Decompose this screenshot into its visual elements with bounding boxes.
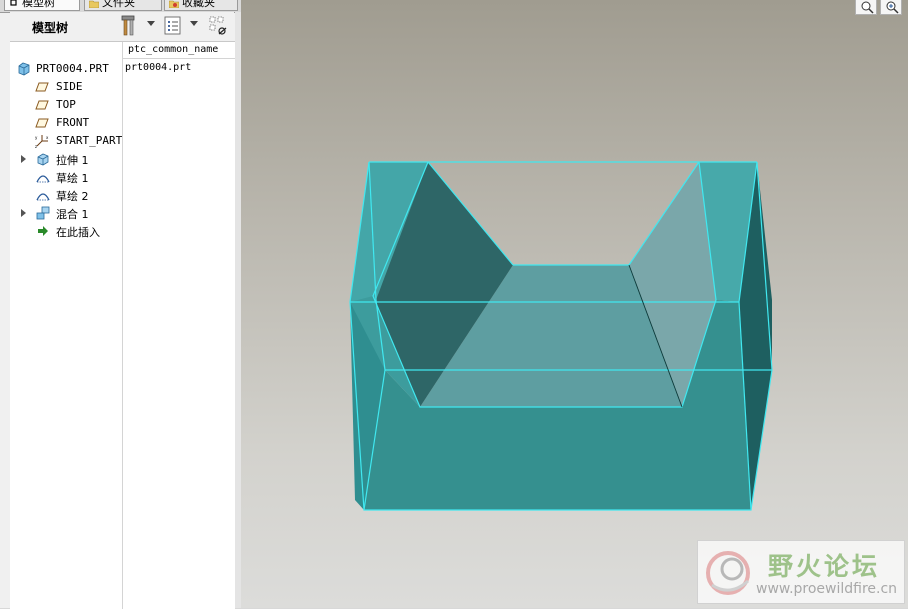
tree-item-label: 草绘 2 xyxy=(56,190,89,203)
tree-item-sketch-1[interactable]: 草绘 1 xyxy=(10,168,235,186)
tree-item-label: TOP xyxy=(56,98,76,111)
3d-model[interactable] xyxy=(241,0,908,608)
datum-plane-icon xyxy=(35,118,49,128)
settings-icon[interactable] xyxy=(119,15,139,37)
tab-model-tree[interactable]: 模型树 xyxy=(4,0,80,11)
tree-item-start-part[interactable]: y x z START_PART xyxy=(10,132,235,150)
watermark-title: 野火论坛 xyxy=(768,552,881,581)
filter-icon[interactable] xyxy=(208,15,228,37)
tab-label: 文件夹 xyxy=(102,0,135,9)
forum-logo-icon xyxy=(706,551,750,595)
column-header-label: ptc_common_name xyxy=(128,44,219,55)
tree-item-label: 拉伸 1 xyxy=(56,154,89,167)
model-tree-tab-icon xyxy=(10,0,17,6)
forum-watermark: 野火论坛 www.proewildfire.cn xyxy=(697,540,905,604)
tab-label: 模型树 xyxy=(22,0,55,9)
svg-text:y: y xyxy=(35,135,38,140)
model-tree-title: 模型树 xyxy=(32,21,69,35)
tree-item-side[interactable]: SIDE xyxy=(10,78,235,96)
model-tree-toolbar: 模型树 xyxy=(10,12,234,41)
tree-item-front[interactable]: FRONT xyxy=(10,114,235,132)
folder-icon xyxy=(89,0,99,8)
tree-item-label: 在此插入 xyxy=(56,226,100,239)
tree-item-extrude-1[interactable]: 拉伸 1 xyxy=(10,150,235,168)
tree-item-part[interactable]: PRT0004.PRT prt0004.prt xyxy=(10,60,235,78)
tree-item-column-value: prt0004.prt xyxy=(125,62,192,73)
datum-plane-icon xyxy=(35,100,49,110)
show-icon[interactable] xyxy=(163,15,183,37)
svg-text:z: z xyxy=(35,144,37,148)
sketch-icon xyxy=(36,175,50,183)
tree-item-label: 草绘 1 xyxy=(56,172,89,185)
zoom-in-button[interactable] xyxy=(880,0,902,15)
graphics-viewport[interactable]: 野火论坛 www.proewildfire.cn xyxy=(241,0,908,608)
tree-item-label: FRONT xyxy=(56,116,90,129)
tree-item-insert-here[interactable]: 在此插入 xyxy=(10,222,235,240)
svg-text:x: x xyxy=(46,135,49,140)
extrude-icon xyxy=(37,153,49,166)
part-icon xyxy=(18,62,30,76)
datum-plane-icon xyxy=(35,82,49,92)
tree-item-label: 混合 1 xyxy=(56,208,89,221)
watermark-url: www.proewildfire.cn xyxy=(756,581,898,597)
tree-item-top[interactable]: TOP xyxy=(10,96,235,114)
insert-here-icon xyxy=(38,226,48,236)
favorites-icon xyxy=(169,0,179,8)
tab-folders[interactable]: 文件夹 xyxy=(84,0,162,11)
expand-arrow-icon[interactable] xyxy=(21,209,26,217)
tree-item-label: SIDE xyxy=(56,80,83,93)
column-header[interactable]: ptc_common_name xyxy=(123,42,235,59)
blend-icon xyxy=(36,206,50,220)
zoom-fit-button[interactable] xyxy=(855,0,877,15)
model-tree-panel: 模型树 文件夹 收藏夹 模型树 ptc_common_name PRT0004.… xyxy=(0,0,241,609)
show-dropdown-icon[interactable] xyxy=(190,21,198,27)
tree-item-label: PRT0004.PRT xyxy=(36,62,109,75)
zoom-in-icon xyxy=(886,1,899,14)
coordinate-system-icon: y x z xyxy=(35,135,49,148)
model-tree: ptc_common_name PRT0004.PRT prt0004.prt … xyxy=(10,41,235,609)
tree-item-sketch-2[interactable]: 草绘 2 xyxy=(10,186,235,204)
tree-item-label: START_PART xyxy=(56,134,123,147)
tab-label: 收藏夹 xyxy=(182,0,215,9)
settings-dropdown-icon[interactable] xyxy=(147,21,155,27)
tab-favorites[interactable]: 收藏夹 xyxy=(164,0,238,11)
expand-arrow-icon[interactable] xyxy=(21,155,26,163)
sketch-icon xyxy=(36,193,50,201)
tree-item-blend-1[interactable]: 混合 1 xyxy=(10,204,235,222)
zoom-fit-icon xyxy=(861,1,874,14)
